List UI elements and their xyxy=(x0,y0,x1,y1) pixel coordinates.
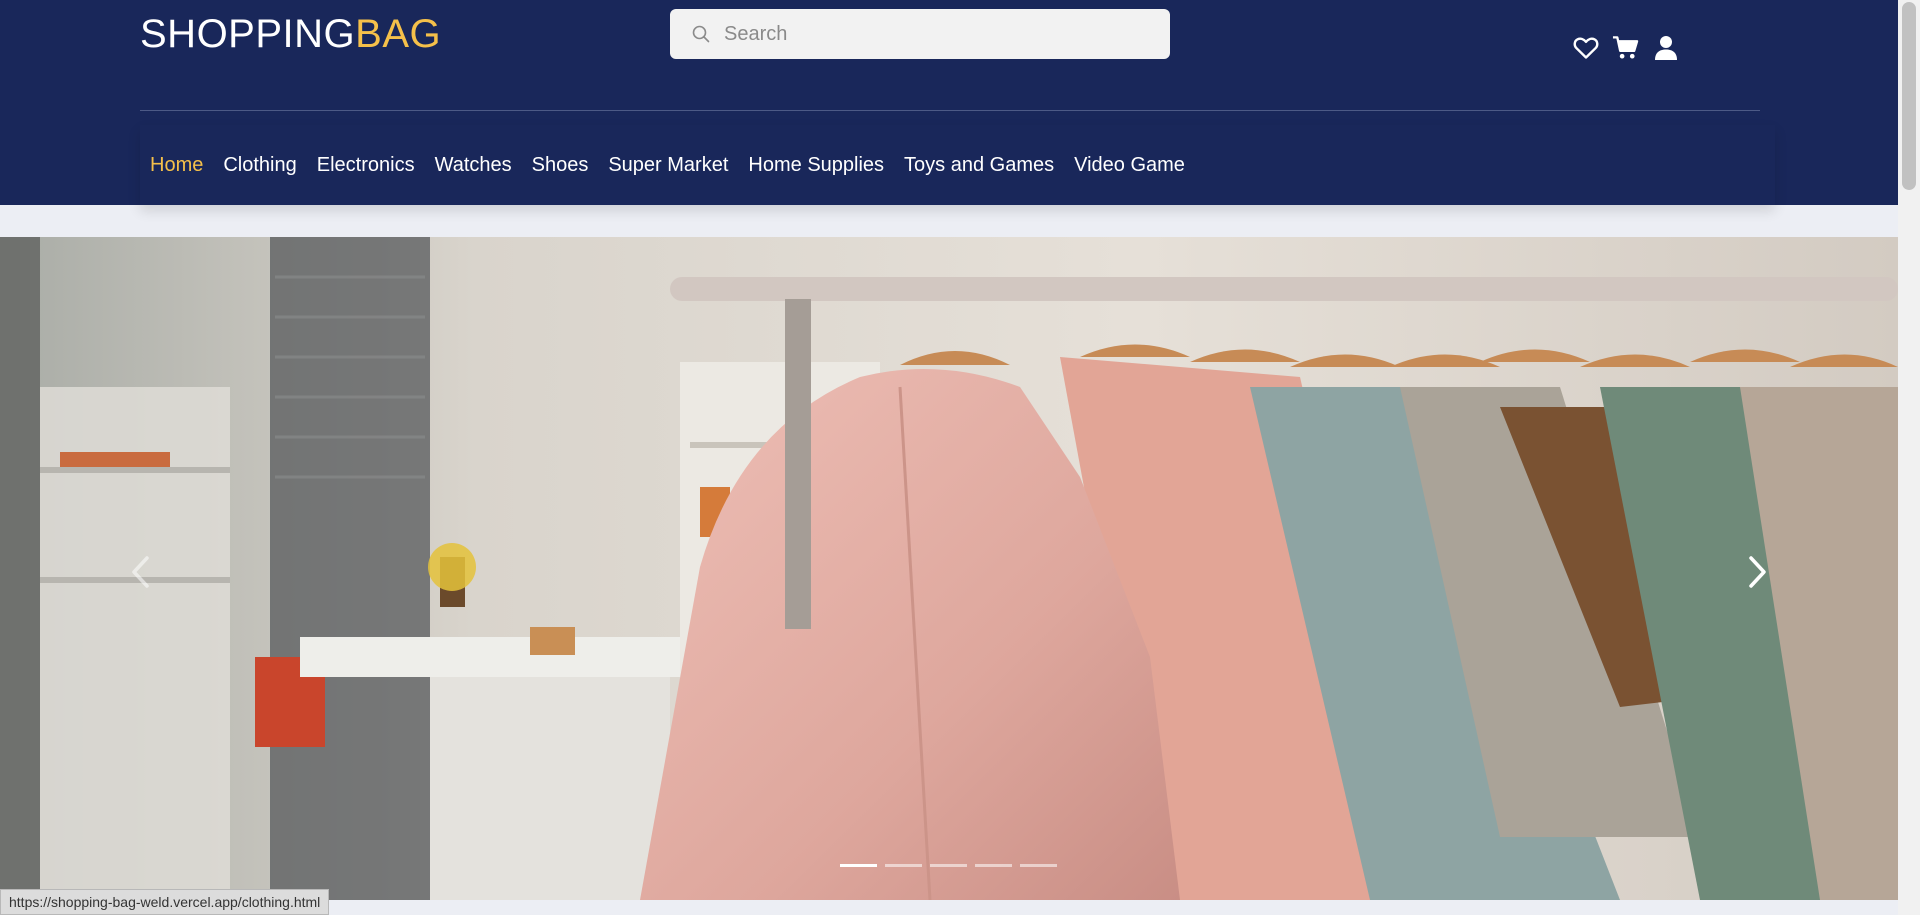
header-divider xyxy=(140,110,1760,111)
heart-icon[interactable] xyxy=(1572,34,1599,61)
link-status-bar: https://shopping-bag-weld.vercel.app/clo… xyxy=(0,889,330,915)
nav-item-toys-and-games[interactable]: Toys and Games xyxy=(904,154,1054,177)
scrollbar-thumb[interactable] xyxy=(1902,2,1916,190)
search-icon xyxy=(690,23,712,45)
carousel-indicator[interactable] xyxy=(885,864,922,867)
cart-icon[interactable] xyxy=(1612,34,1639,61)
search-bar xyxy=(670,9,1170,59)
logo-accent-text: BAG xyxy=(355,12,442,56)
nav-item-clothing[interactable]: Clothing xyxy=(223,154,296,177)
nav-item-super-market[interactable]: Super Market xyxy=(608,154,728,177)
nav-item-home-supplies[interactable]: Home Supplies xyxy=(748,154,884,177)
hero-carousel xyxy=(0,237,1898,900)
category-nav: Home Clothing Electronics Watches Shoes … xyxy=(140,125,1775,205)
header-icons xyxy=(1572,34,1679,61)
user-icon[interactable] xyxy=(1652,34,1679,61)
site-logo[interactable]: SHOPPINGBAG xyxy=(140,10,441,58)
top-header: SHOPPINGBAG Home Clothing Electronics Wa… xyxy=(0,0,1898,205)
carousel-indicator[interactable] xyxy=(975,864,1012,867)
nav-item-electronics[interactable]: Electronics xyxy=(317,154,415,177)
search-input[interactable] xyxy=(724,22,1144,46)
nav-item-home[interactable]: Home xyxy=(150,154,203,177)
carousel-indicator[interactable] xyxy=(930,864,967,867)
page-scrollbar[interactable] xyxy=(1898,0,1920,915)
carousel-indicator[interactable] xyxy=(1020,864,1057,867)
carousel-indicators xyxy=(840,864,1057,867)
nav-item-watches[interactable]: Watches xyxy=(435,154,512,177)
carousel-slide-image xyxy=(0,237,1898,900)
nav-item-shoes[interactable]: Shoes xyxy=(532,154,589,177)
carousel-next-button[interactable] xyxy=(1738,547,1778,597)
carousel-prev-button[interactable] xyxy=(120,547,160,597)
carousel-indicator[interactable] xyxy=(840,864,877,867)
logo-main-text: SHOPPING xyxy=(140,12,356,56)
nav-item-video-game[interactable]: Video Game xyxy=(1074,154,1185,177)
